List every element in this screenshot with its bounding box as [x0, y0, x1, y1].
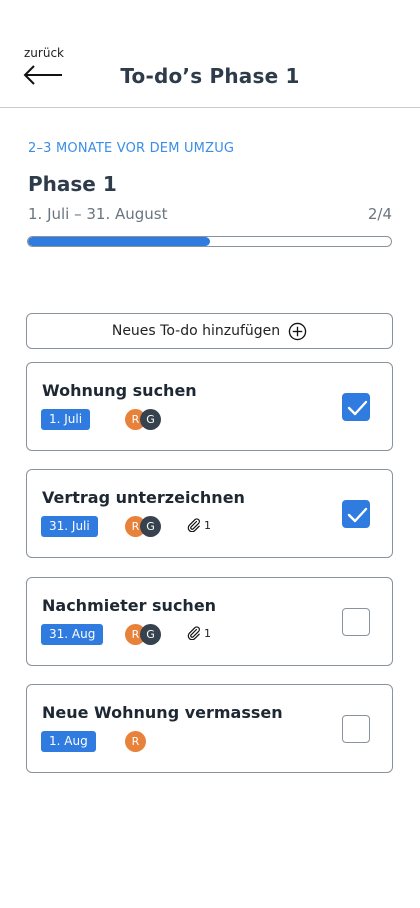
phase-progress-bar [27, 236, 392, 247]
avatar: R [125, 731, 146, 752]
todo-title: Neue Wohnung vermassen [42, 703, 283, 722]
todo-checkbox[interactable] [342, 715, 370, 743]
todo-card[interactable]: Neue Wohnung vermassen 1. Aug R [26, 684, 393, 773]
page-title: To-do’s Phase 1 [120, 64, 300, 88]
todo-checkbox[interactable] [342, 393, 370, 421]
assignee-avatars: R G [125, 624, 161, 646]
avatar: G [140, 624, 161, 645]
assignee-avatars: R G [125, 516, 161, 538]
phase-dates: 1. Juli – 31. August [28, 205, 168, 223]
attachment-count[interactable]: 1 [187, 626, 211, 640]
back-label[interactable]: zurück [24, 46, 64, 60]
paperclip-icon [187, 518, 200, 532]
todo-date-badge: 31. Aug [41, 624, 104, 645]
avatar: G [140, 516, 161, 537]
todo-card[interactable]: Nachmieter suchen 31. Aug R G 1 [26, 577, 393, 666]
todo-date-badge: 31. Juli [41, 516, 98, 537]
todo-checkbox[interactable] [342, 608, 370, 636]
attachment-count[interactable]: 1 [187, 518, 211, 532]
todo-title: Nachmieter suchen [42, 596, 217, 615]
phase-title: Phase 1 [28, 172, 117, 196]
paperclip-icon [187, 626, 200, 640]
avatar: G [140, 409, 161, 430]
add-todo-button[interactable]: Neues To-do hinzufügen [26, 313, 393, 349]
progress-fill [28, 237, 210, 246]
todo-title: Vertrag unterzeichnen [42, 488, 245, 507]
todo-date-badge: 1. Aug [41, 731, 96, 752]
todo-card[interactable]: Vertrag unterzeichnen 31. Juli R G 1 [26, 469, 393, 558]
plus-circle-icon [288, 322, 307, 340]
add-todo-label: Neues To-do hinzufügen [111, 323, 281, 339]
assignee-avatars: R G [125, 409, 161, 431]
top-bar: zurück To-do’s Phase 1 [0, 0, 420, 108]
todo-card[interactable]: Wohnung suchen 1. Juli R G [26, 362, 393, 451]
phase-count: 2/4 [367, 205, 392, 223]
checkmark-icon [347, 400, 368, 416]
todo-date-badge: 1. Juli [41, 409, 91, 430]
attachment-count-value: 1 [204, 626, 211, 640]
attachment-count-value: 1 [204, 518, 211, 532]
assignee-avatars: R [125, 731, 146, 753]
phase-kicker: 2–3 MONATE VOR DEM UMZUG [28, 141, 235, 156]
todo-title: Wohnung suchen [42, 381, 197, 400]
checkmark-icon [347, 507, 368, 523]
todo-checkbox[interactable] [342, 500, 370, 528]
